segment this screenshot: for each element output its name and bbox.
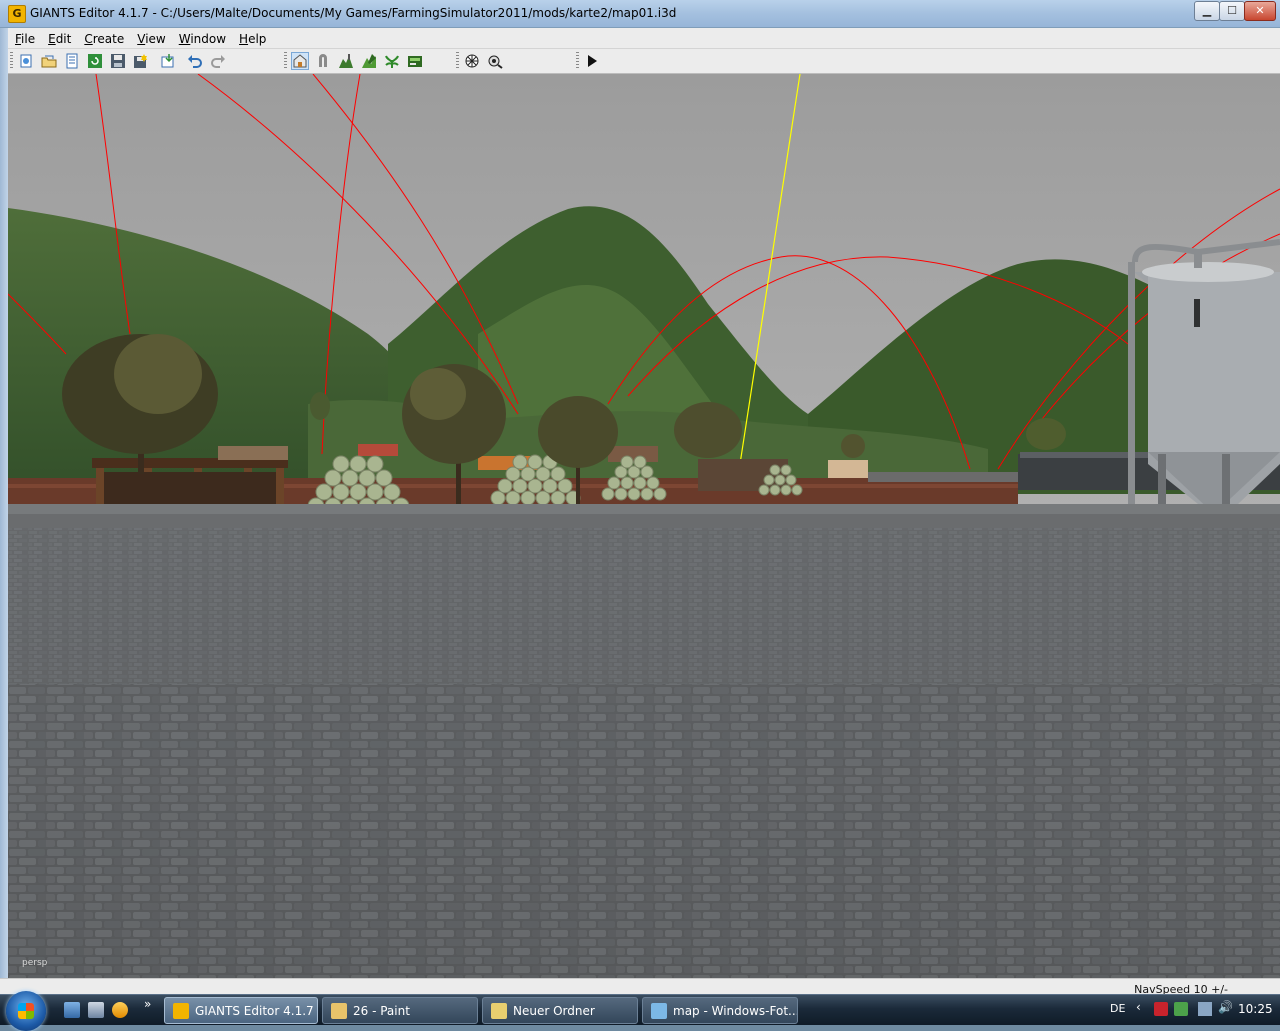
new-file-icon[interactable]	[17, 52, 35, 70]
taskbar: » GIANTS Editor 4.1.7 ... 26 - Paint Neu…	[0, 991, 1280, 1031]
redo-icon[interactable]	[209, 52, 227, 70]
quick-launch-more-button[interactable]: »	[144, 997, 151, 1011]
open-file-icon[interactable]	[40, 52, 58, 70]
camera-label: persp	[22, 958, 48, 968]
play-icon[interactable]	[583, 52, 601, 70]
tray-expand-icon[interactable]: ‹	[1136, 1000, 1150, 1014]
paint-icon	[331, 1002, 347, 1019]
toolbar-render-group	[456, 50, 509, 72]
giants-editor-icon: G	[8, 5, 26, 23]
start-orb-icon[interactable]	[6, 991, 46, 1031]
task-neuer-ordner[interactable]: Neuer Ordner	[482, 997, 638, 1024]
reload-icon[interactable]	[86, 52, 104, 70]
menu-file[interactable]: File	[8, 30, 41, 46]
menu-create[interactable]: Create	[77, 30, 130, 46]
terrain-sculpt-icon[interactable]	[337, 52, 355, 70]
toolbar-grip[interactable]	[456, 52, 459, 70]
import-icon[interactable]	[159, 52, 177, 70]
toolbar-grip[interactable]	[284, 52, 287, 70]
task-photo-viewer[interactable]: map - Windows-Fot...	[642, 997, 798, 1024]
3d-viewport[interactable]: persp	[8, 74, 1280, 978]
toolbar-tool-group	[284, 50, 429, 72]
viewport-scene	[8, 74, 1280, 978]
status-bar: NavSpeed 10 +/-	[0, 978, 1280, 996]
detail-layer-icon[interactable]	[406, 52, 424, 70]
show-desktop-icon[interactable]	[64, 1002, 80, 1018]
toolbar-grip[interactable]	[10, 52, 13, 70]
antivirus-tray-icon[interactable]	[1154, 1002, 1168, 1016]
file-list-icon[interactable]	[63, 52, 81, 70]
save-all-icon[interactable]	[132, 52, 150, 70]
task-paint[interactable]: 26 - Paint	[322, 997, 478, 1024]
save-icon[interactable]	[109, 52, 127, 70]
task-label: GIANTS Editor 4.1.7 ...	[195, 1003, 318, 1018]
render-settings-icon[interactable]	[463, 52, 481, 70]
language-indicator[interactable]: DE	[1110, 1002, 1125, 1015]
switch-windows-icon[interactable]	[88, 1002, 104, 1018]
giants-editor-icon	[173, 1002, 189, 1019]
toolbar	[8, 49, 1280, 74]
terrain-paint-icon[interactable]	[360, 52, 378, 70]
menu-help[interactable]: Help	[232, 30, 272, 46]
shader-icon[interactable]	[486, 52, 504, 70]
connection-tray-icon[interactable]	[1198, 1002, 1212, 1016]
network-tray-icon[interactable]	[1174, 1002, 1188, 1016]
task-giants-editor[interactable]: GIANTS Editor 4.1.7 ...	[164, 997, 318, 1024]
volume-icon[interactable]: 🔊	[1218, 1000, 1233, 1014]
title-bar: G GIANTS Editor 4.1.7 - C:/Users/Malte/D…	[0, 0, 1280, 28]
menu-edit[interactable]: Edit	[41, 30, 77, 46]
toolbar-grip[interactable]	[576, 52, 579, 70]
menu-view[interactable]: View	[130, 30, 171, 46]
window-frame-left	[0, 28, 8, 980]
foliage-paint-icon[interactable]	[383, 52, 401, 70]
task-label: 26 - Paint	[353, 1003, 410, 1018]
maximize-button[interactable]: ☐	[1219, 1, 1245, 21]
toolbar-play-group	[576, 50, 606, 72]
menu-bar: File Edit Create View Window Help	[8, 28, 1280, 49]
task-label: Neuer Ordner	[513, 1003, 595, 1018]
close-button[interactable]: ✕	[1244, 1, 1276, 21]
photo-viewer-icon	[651, 1002, 667, 1019]
media-player-icon[interactable]	[112, 1002, 128, 1018]
minimize-button[interactable]: ▁	[1194, 1, 1220, 21]
clock[interactable]: 10:25	[1238, 1002, 1273, 1016]
windows-logo-icon	[18, 1003, 34, 1019]
move-tool-icon[interactable]	[314, 52, 332, 70]
window-title: GIANTS Editor 4.1.7 - C:/Users/Malte/Doc…	[30, 6, 677, 20]
select-tool-icon[interactable]	[291, 52, 309, 70]
folder-icon	[491, 1002, 507, 1019]
task-label: map - Windows-Fot...	[673, 1003, 798, 1018]
toolbar-file-group	[10, 50, 232, 72]
menu-window[interactable]: Window	[172, 30, 232, 46]
undo-icon[interactable]	[186, 52, 204, 70]
